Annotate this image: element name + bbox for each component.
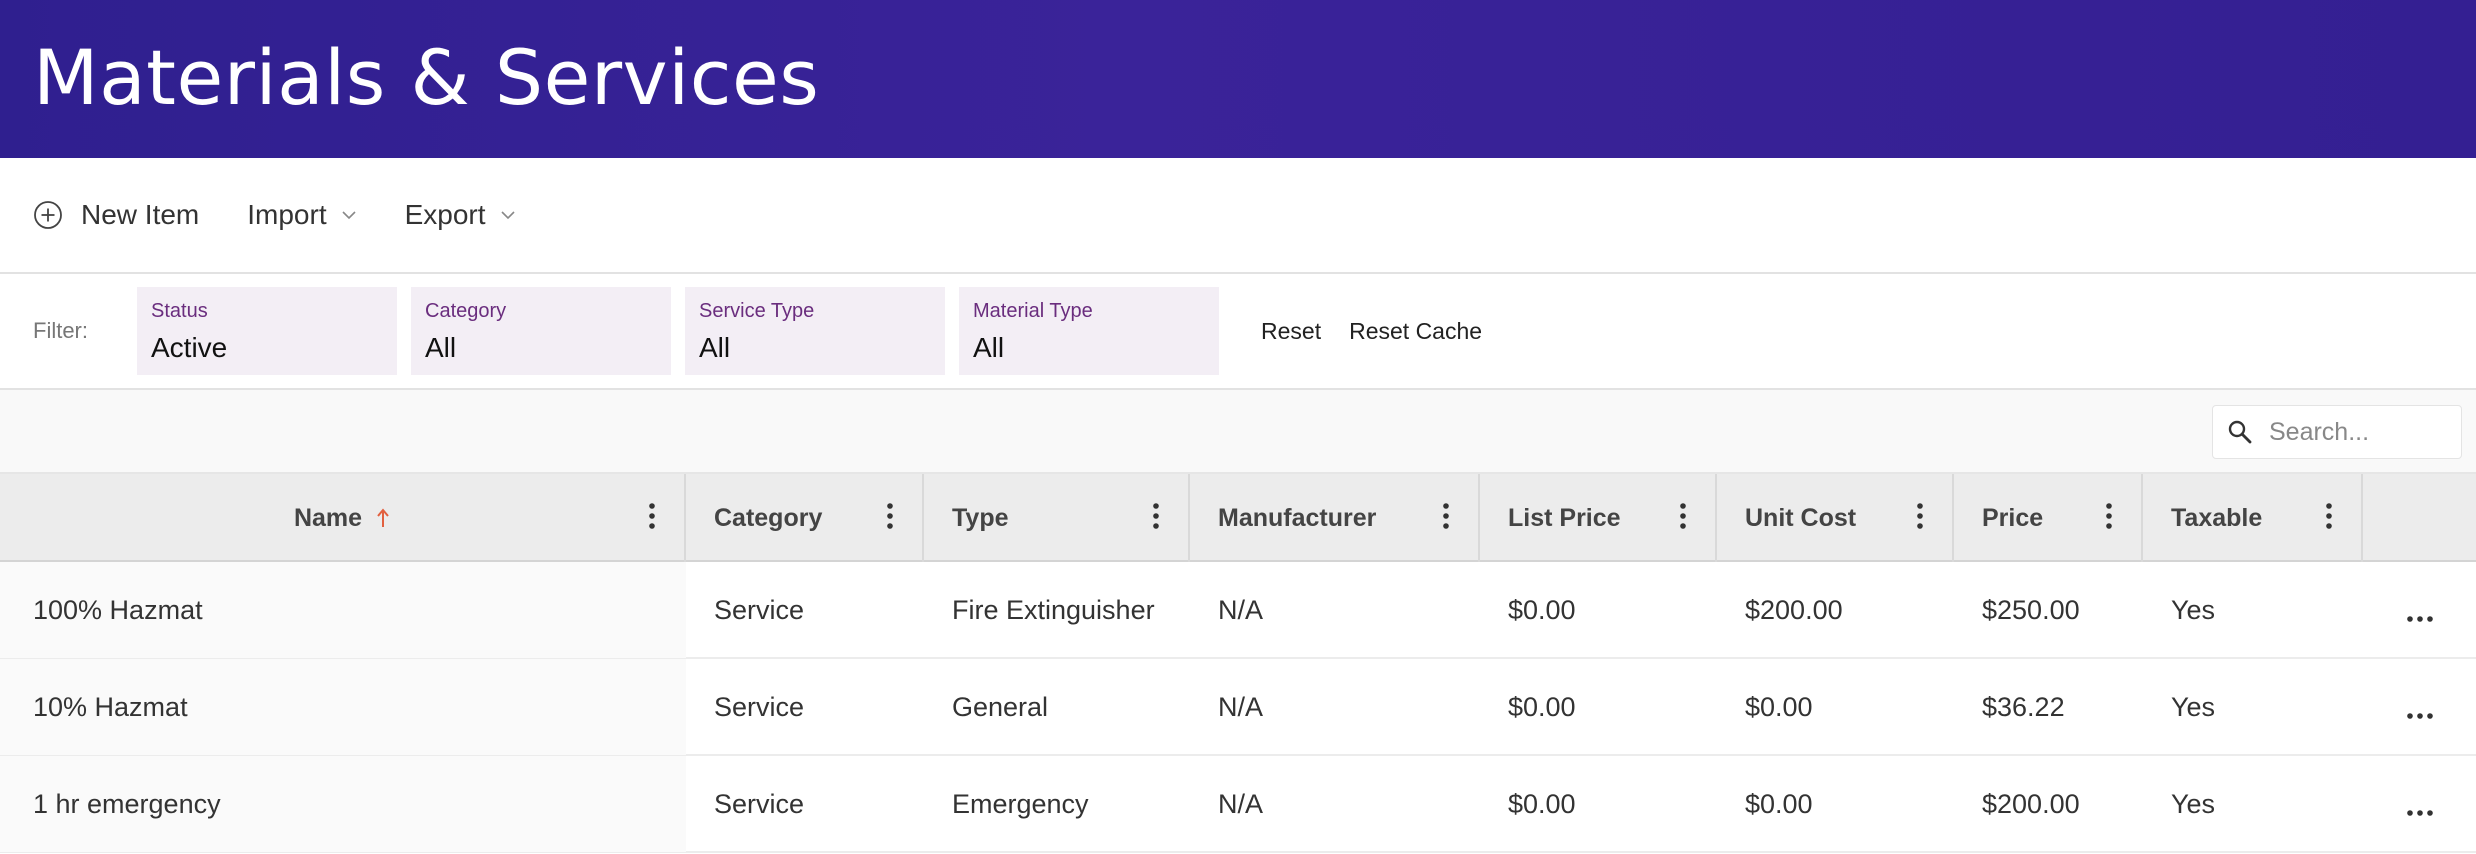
cell-category: Service (714, 594, 805, 625)
cell-price: $36.22 (1982, 691, 2065, 722)
cell-price: $250.00 (1982, 594, 2080, 625)
status-filter[interactable]: Status Active (137, 287, 397, 375)
table-row[interactable]: 1 hr emergency Service Emergency N/A $0.… (0, 756, 2476, 853)
cell-unit-cost: $0.00 (1745, 691, 1813, 722)
column-header-label: Name (293, 503, 363, 532)
column-header-actions (2363, 474, 2476, 562)
reset-cache-button[interactable]: Reset Cache (1349, 318, 1482, 345)
cell-unit-cost: $0.00 (1745, 788, 1813, 819)
column-header-label: Taxable (2171, 503, 2263, 532)
column-menu-icon[interactable] (2325, 502, 2333, 530)
search-bar (0, 390, 2476, 474)
search-icon (2227, 419, 2253, 445)
import-dropdown[interactable]: Import (247, 185, 356, 245)
cell-category: Service (714, 788, 805, 819)
service-type-filter[interactable]: Service Type All (685, 287, 945, 375)
cell-type: General (952, 691, 1049, 722)
page-header: Materials & Services (0, 0, 2476, 158)
column-menu-icon[interactable] (1442, 502, 1450, 530)
filter-label: Filter: (33, 318, 88, 343)
new-item-label: New Item (81, 199, 200, 230)
column-header-category[interactable]: Category (686, 474, 924, 562)
page-title: Materials & Services (33, 33, 820, 122)
row-actions-icon[interactable] (2363, 756, 2476, 852)
filter-bar: Filter: Status Active Category All Servi… (0, 274, 2476, 390)
status-filter-label: Status (151, 300, 208, 322)
cell-taxable: Yes (2171, 691, 2216, 722)
cell-taxable: Yes (2171, 594, 2216, 625)
import-label: Import (247, 199, 327, 230)
new-item-button[interactable]: New Item (33, 185, 199, 245)
chevron-down-icon (341, 210, 357, 220)
cell-manufacturer: N/A (1218, 788, 1264, 819)
column-header-label: Type (952, 503, 1009, 532)
column-header-label: Unit Cost (1745, 503, 1857, 532)
cell-name: 1 hr emergency (0, 756, 686, 852)
cell-manufacturer: N/A (1218, 594, 1264, 625)
column-header-unit-cost[interactable]: Unit Cost (1717, 474, 1954, 562)
column-header-label: Category (714, 503, 823, 532)
cell-manufacturer: N/A (1218, 691, 1264, 722)
category-filter-value: All (425, 332, 457, 363)
chevron-down-icon (500, 210, 516, 220)
cell-list-price: $0.00 (1508, 788, 1576, 819)
material-type-filter-value: All (973, 332, 1005, 363)
search-box[interactable] (2212, 405, 2462, 459)
column-header-label: List Price (1508, 503, 1621, 532)
column-menu-icon[interactable] (886, 502, 894, 530)
table-row[interactable]: 10% Hazmat Service General N/A $0.00 $0.… (0, 659, 2476, 756)
column-header-label: Manufacturer (1218, 503, 1377, 532)
service-type-filter-label: Service Type (699, 300, 815, 322)
column-header-taxable[interactable]: Taxable (2143, 474, 2363, 562)
category-filter[interactable]: Category All (411, 287, 671, 375)
column-menu-icon[interactable] (1679, 502, 1687, 530)
material-type-filter[interactable]: Material Type All (959, 287, 1219, 375)
table-header: Name Category Type Manufacturer List Pri… (0, 474, 2476, 562)
plus-circle-icon (33, 200, 63, 230)
category-filter-label: Category (425, 300, 507, 322)
column-header-manufacturer[interactable]: Manufacturer (1190, 474, 1480, 562)
column-header-price[interactable]: Price (1954, 474, 2143, 562)
export-label: Export (404, 199, 486, 230)
column-menu-icon[interactable] (1916, 502, 1924, 530)
column-header-type[interactable]: Type (924, 474, 1190, 562)
cell-type: Emergency (952, 788, 1089, 819)
column-menu-icon[interactable] (2105, 502, 2113, 530)
export-dropdown[interactable]: Export (405, 185, 516, 245)
cell-taxable: Yes (2171, 788, 2216, 819)
search-input[interactable] (2269, 417, 2439, 447)
column-header-list-price[interactable]: List Price (1480, 474, 1717, 562)
status-filter-value: Active (151, 332, 228, 363)
cell-list-price: $0.00 (1508, 594, 1576, 625)
row-actions-icon[interactable] (2363, 659, 2476, 755)
cell-type: Fire Extinguisher (952, 594, 1155, 625)
column-menu-icon[interactable] (648, 502, 656, 530)
service-type-filter-value: All (699, 332, 731, 363)
column-header-label: Price (1982, 503, 2044, 532)
toolbar: New Item Import Export (0, 158, 2476, 274)
cell-list-price: $0.00 (1508, 691, 1576, 722)
cell-name: 100% Hazmat (0, 562, 686, 658)
reset-button[interactable]: Reset (1261, 318, 1321, 345)
column-menu-icon[interactable] (1152, 502, 1160, 530)
cell-price: $200.00 (1982, 788, 2080, 819)
cell-name: 10% Hazmat (0, 659, 686, 755)
row-actions-icon[interactable] (2363, 562, 2476, 658)
table-row[interactable]: 100% Hazmat Service Fire Extinguisher N/… (0, 562, 2476, 659)
cell-category: Service (714, 691, 805, 722)
material-type-filter-label: Material Type (973, 300, 1093, 322)
cell-unit-cost: $200.00 (1745, 594, 1843, 625)
sort-ascending-icon (376, 507, 390, 529)
column-header-name[interactable]: Name (0, 474, 686, 562)
items-table: Name Category Type Manufacturer List Pri… (0, 474, 2476, 853)
